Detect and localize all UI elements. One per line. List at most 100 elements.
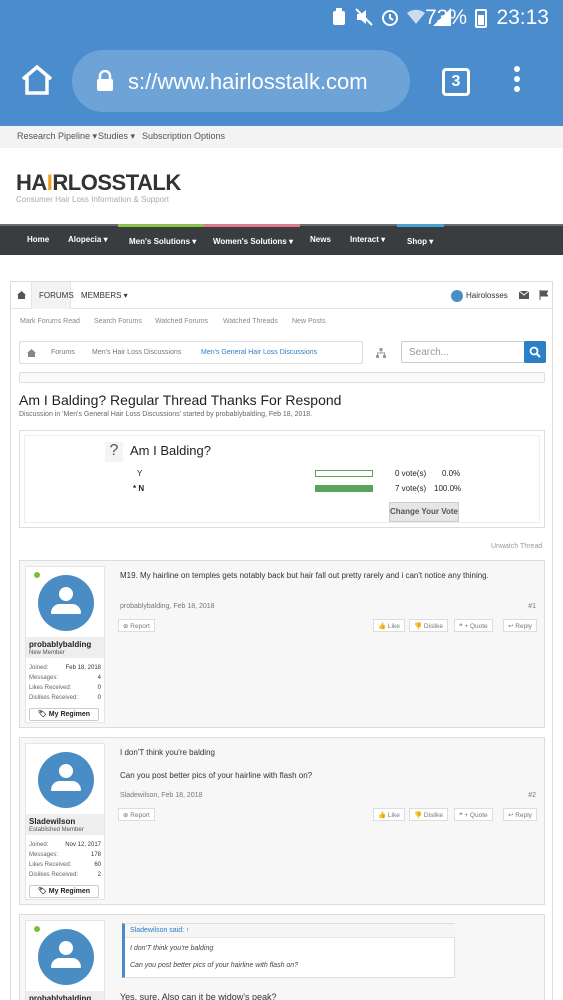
search-input[interactable]: Search... — [401, 341, 526, 363]
tab-forums[interactable]: FORUMS — [39, 291, 74, 300]
quote-attribution[interactable]: Sladewilson said: ↑ — [130, 927, 190, 934]
subnav-watched-forums[interactable]: Watched Forums — [155, 318, 208, 325]
main-nav: Home Alopecia ▾ Men's Solutions ▾ Women'… — [0, 224, 563, 255]
poll-option-pct: 100.0% — [434, 484, 462, 493]
dislike-button[interactable]: 👎 Dislike — [409, 619, 449, 632]
report-button[interactable]: ⊕ Report — [118, 619, 155, 632]
browser-toolbar: s://www.hairlosstalk.com 3 — [0, 38, 563, 126]
user-title: Established Member — [29, 827, 84, 833]
poll-option-votes: 7 vote(s) — [395, 484, 427, 493]
tab-switcher-button[interactable]: 3 — [442, 68, 470, 96]
like-button[interactable]: 👍 Like — [373, 808, 405, 821]
subnav-new-posts[interactable]: New Posts — [292, 318, 325, 325]
home-icon[interactable] — [20, 64, 54, 96]
reply-button[interactable]: ↩ Reply — [503, 808, 537, 821]
poll: ? Am I Balding? Y 0 vote(s) 0.0% * N 7 v… — [19, 430, 545, 528]
nav-news[interactable]: News — [310, 235, 331, 244]
messages-stat: Messages: 4 — [29, 675, 101, 681]
post-number[interactable]: #2 — [528, 792, 536, 799]
likes-stat: Likes Received: 60 — [29, 862, 101, 868]
site-logo[interactable]: HAIRLOSSTALK — [16, 170, 181, 196]
dislikes-stat: Dislikes Received: 0 — [29, 695, 101, 701]
online-indicator — [34, 926, 40, 932]
report-button[interactable]: ⊕ Report — [118, 808, 155, 821]
home-icon[interactable] — [27, 349, 36, 357]
post-meta[interactable]: probablybalding, Feb 18, 2018 — [120, 603, 215, 610]
likes-stat: Likes Received: 0 — [29, 685, 101, 691]
tag-icon: 🏷 — [37, 711, 49, 718]
breadcrumb-forums[interactable]: Forums — [51, 349, 75, 356]
post: Sladewilson Established Member Joined: No… — [19, 737, 545, 905]
flag-icon[interactable] — [539, 290, 548, 300]
url-field[interactable]: s://www.hairlosstalk.com — [72, 50, 410, 112]
tab-members[interactable]: MEMBERS ▾ — [81, 291, 128, 300]
lock-icon — [97, 70, 113, 91]
poll-option-bar — [315, 485, 373, 492]
recycle-notification-icon — [333, 8, 345, 25]
post-message: Yes, sure. Also can it be widow's peak? — [120, 992, 277, 1000]
search-button[interactable] — [524, 341, 546, 363]
user-title: New Member — [29, 650, 65, 656]
nav-womens-solutions[interactable]: Women's Solutions ▾ — [213, 237, 293, 246]
username[interactable]: probablybalding — [29, 994, 91, 1000]
post-number[interactable]: #1 — [528, 603, 536, 610]
quoted-message: Sladewilson said: ↑ I don'T think you're… — [122, 923, 455, 978]
question-mark-icon: ? — [105, 442, 123, 462]
change-vote-button[interactable]: Change Your Vote — [389, 502, 459, 522]
subnav-mark-read[interactable]: Mark Forums Read — [20, 318, 80, 325]
home-icon[interactable] — [17, 291, 26, 299]
quote-text: I don'T think you're balding — [130, 945, 214, 952]
topnav-subscription[interactable]: Subscription Options — [142, 131, 225, 141]
nav-mens-solutions[interactable]: Men's Solutions ▾ — [129, 237, 196, 246]
avatar[interactable] — [38, 575, 94, 631]
nav-shop[interactable]: Shop ▾ — [407, 237, 433, 246]
post-meta[interactable]: Sladewilson, Feb 18, 2018 — [120, 792, 203, 799]
quote-button[interactable]: ❝ + Quote — [454, 619, 493, 632]
breadcrumb-mens-hair-loss[interactable]: Men's Hair Loss Discussions — [92, 349, 181, 356]
like-button[interactable]: 👍 Like — [373, 619, 405, 632]
clock: 23:13 — [496, 6, 549, 29]
avatar[interactable] — [38, 929, 94, 985]
username[interactable]: probablybalding — [29, 640, 91, 649]
sitemap-icon[interactable] — [376, 348, 386, 358]
thread-subtitle: Discussion in 'Men's General Hair Loss D… — [19, 411, 313, 418]
topnav-research-pipeline[interactable]: Research Pipeline ▾ — [17, 131, 97, 142]
forum-subnav: Mark Forums Read Search Forums Watched F… — [11, 309, 552, 333]
post-message: M19. My hairline on temples gets notably… — [120, 571, 489, 580]
nav-home[interactable]: Home — [27, 235, 49, 244]
tag-icon: 🏷 — [37, 888, 49, 895]
joined-stat: Joined: Feb 18, 2018 — [29, 665, 101, 671]
subnav-search-forums[interactable]: Search Forums — [94, 318, 142, 325]
my-regimen-button[interactable]: 🏷 My Regimen — [29, 708, 99, 721]
alarm-icon — [382, 10, 398, 26]
breadcrumb: Forums Men's Hair Loss Discussions Men's… — [19, 341, 386, 364]
account-username[interactable]: Hairolosses — [466, 291, 508, 300]
post: probablybalding New Member Joined: Feb 18… — [19, 560, 545, 728]
dislike-button[interactable]: 👎 Dislike — [409, 808, 449, 821]
post-message: I don'T think you're balding — [120, 748, 215, 757]
user-info: probablybalding — [25, 920, 105, 1000]
reply-button[interactable]: ↩ Reply — [503, 619, 537, 632]
username[interactable]: Sladewilson — [29, 817, 75, 826]
nav-alopecia[interactable]: Alopecia ▾ — [68, 235, 108, 244]
quote-button[interactable]: ❝ + Quote — [454, 808, 493, 821]
unwatch-thread-link[interactable]: Unwatch Thread — [491, 543, 542, 550]
user-info: probablybalding New Member Joined: Feb 18… — [25, 566, 105, 723]
forum-tabs: FORUMS MEMBERS ▾ Hairolosses — [11, 282, 552, 309]
breadcrumb-current[interactable]: Men's General Hair Loss Discussions — [201, 349, 317, 356]
user-avatar-icon[interactable] — [451, 290, 463, 302]
mute-icon — [355, 8, 373, 26]
my-regimen-button[interactable]: 🏷 My Regimen — [29, 885, 99, 898]
messages-stat: Messages: 178 — [29, 852, 101, 858]
poll-option-pct: 0.0% — [442, 469, 461, 478]
notice-bar — [19, 372, 545, 383]
envelope-icon[interactable] — [519, 291, 529, 299]
overflow-menu-icon[interactable] — [514, 66, 522, 96]
subnav-watched-threads[interactable]: Watched Threads — [223, 318, 278, 325]
poll-option-label: * N — [133, 484, 145, 493]
nav-interact[interactable]: Interact ▾ — [350, 235, 385, 244]
avatar[interactable] — [38, 752, 94, 808]
thread-title: Am I Balding? Regular Thread Thanks For … — [19, 392, 342, 408]
topnav-studies[interactable]: Studies ▾ — [98, 131, 135, 142]
post: probablybalding Sladewilson said: ↑ I do… — [19, 914, 545, 1000]
